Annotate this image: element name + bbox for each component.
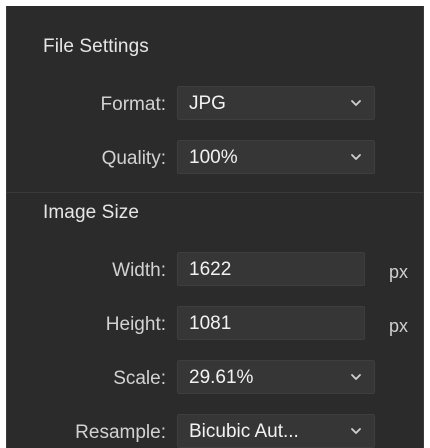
quality-select[interactable]: 100% xyxy=(177,140,375,174)
scale-value: 29.61% xyxy=(189,367,254,388)
height-unit: px xyxy=(389,316,409,336)
resample-label: Resample: xyxy=(75,422,166,443)
height-value: 1081 xyxy=(189,313,232,334)
image-size-title: Image Size xyxy=(43,202,140,223)
height-label: Height: xyxy=(105,314,166,335)
scale-select[interactable]: 29.61% xyxy=(177,360,375,394)
resample-select[interactable]: Bicubic Aut... xyxy=(177,414,375,448)
section-divider xyxy=(7,192,423,193)
resample-value: Bicubic Aut... xyxy=(189,421,299,442)
chevron-down-icon xyxy=(351,154,361,160)
chevron-down-icon xyxy=(351,428,361,434)
scale-label: Scale: xyxy=(113,368,166,389)
width-unit: px xyxy=(389,262,409,282)
format-label: Format: xyxy=(100,94,166,115)
quality-value: 100% xyxy=(189,147,238,168)
format-select[interactable]: JPG xyxy=(177,86,375,120)
chevron-down-icon xyxy=(351,374,361,380)
quality-label: Quality: xyxy=(101,148,166,169)
chevron-down-icon xyxy=(351,100,361,106)
width-label: Width: xyxy=(112,260,166,281)
export-settings-panel: File Settings Format: JPG Quality: 100% … xyxy=(6,6,424,448)
height-input[interactable]: 1081 xyxy=(177,306,365,340)
width-input[interactable]: 1622 xyxy=(177,252,365,286)
file-settings-title: File Settings xyxy=(43,36,149,57)
width-value: 1622 xyxy=(189,259,232,280)
format-value: JPG xyxy=(189,93,226,114)
